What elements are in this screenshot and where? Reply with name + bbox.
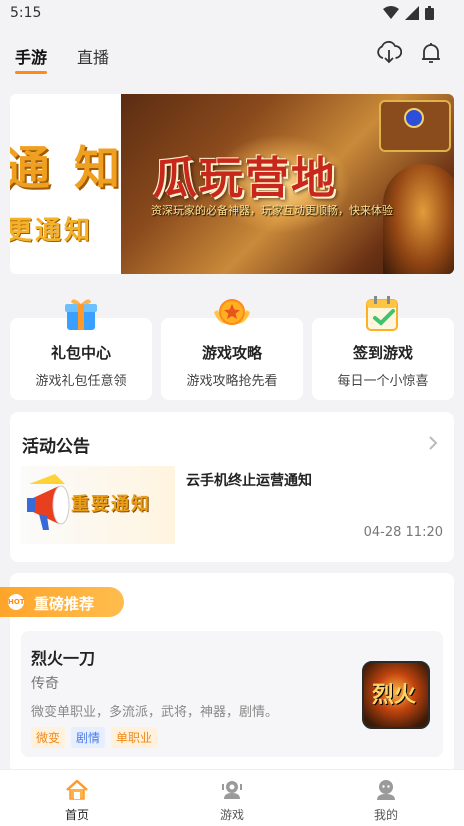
tab-live[interactable]: 直播: [77, 44, 109, 68]
chevron-right-icon[interactable]: [426, 434, 440, 452]
bottom-navigation: 首页 游戏 我的: [0, 769, 464, 826]
card-title: 礼包中心: [50, 344, 111, 362]
promo-banner[interactable]: 通 知 更通知 瓜玩营地 资深玩家的必备神器，玩家互动更顺畅，快来体验: [10, 94, 454, 274]
game-card[interactable]: 烈火一刀 传奇 微变单职业，多流派，武将，神器，剧情。 微变 剧情 单职业 烈火: [21, 631, 443, 757]
tab-label: 手游: [15, 48, 48, 67]
bell-icon[interactable]: [418, 40, 444, 66]
banner-prev-slide: 通 知 更通知: [10, 94, 121, 274]
medal-icon: [214, 299, 250, 325]
tab-mobile-games[interactable]: 手游: [15, 44, 48, 74]
battery-icon: [425, 6, 434, 20]
game-name: 烈火一刀: [31, 649, 96, 668]
signal-icon: [405, 6, 419, 20]
activity-announcements: 活动公告 重要通知 云手机终止运营通知 04-28 11:20: [10, 412, 454, 562]
game-tags: 微变 剧情 单职业: [31, 727, 158, 748]
top-navigation: 手游 直播: [0, 26, 464, 80]
status-icons: [383, 6, 434, 20]
banner-current-slide: 瓜玩营地 资深玩家的必备神器，玩家互动更顺畅，快来体验: [121, 94, 454, 274]
card-title: 签到游戏: [352, 344, 413, 362]
notice-title[interactable]: 云手机终止运营通知: [186, 470, 312, 490]
game-tag: 单职业: [111, 727, 158, 748]
active-tab-indicator: [15, 71, 48, 74]
featured-label-text: 重磅推荐: [34, 595, 95, 613]
card-title: 游戏攻略: [201, 344, 262, 362]
gift-icon: [65, 299, 97, 330]
banner-title: 瓜玩营地: [153, 153, 337, 204]
game-category: 传奇: [31, 676, 59, 692]
status-time: 5:15: [10, 5, 42, 21]
game-controller-icon: [222, 781, 242, 799]
banner-prev-subtitle: 更通知: [10, 216, 94, 246]
gem-icon: [404, 108, 424, 128]
bottom-nav-home[interactable]: 首页: [37, 770, 117, 826]
tab-label: 直播: [77, 48, 110, 67]
featured-label: HOT 重磅推荐: [0, 587, 124, 617]
game-tag: 微变: [31, 727, 66, 748]
card-subtitle: 每日一个小惊喜: [337, 374, 429, 389]
bottom-nav-games[interactable]: 游戏: [192, 770, 272, 826]
bottom-nav-label: 我的: [373, 808, 398, 822]
bottom-nav-profile[interactable]: 我的: [346, 770, 426, 826]
notice-thumbnail-text: 重要通知: [71, 494, 151, 515]
calendar-check-icon: [366, 296, 398, 331]
card-subtitle: 游戏攻略抢先看: [186, 374, 278, 389]
warrior-illustration: [383, 164, 454, 274]
status-bar: 5:15: [0, 0, 464, 26]
bottom-nav-label: 首页: [64, 808, 89, 822]
bottom-nav-label: 游戏: [219, 808, 244, 822]
game-description: 微变单职业，多流派，武将，神器，剧情。: [31, 705, 279, 720]
hot-badge-icon: HOT: [8, 594, 25, 610]
game-app-icon[interactable]: 烈火: [362, 661, 430, 729]
wifi-icon: [383, 6, 399, 19]
notice-time: 04-28 11:20: [363, 525, 443, 540]
download-icon[interactable]: [376, 40, 402, 66]
banner-prev-title: 通 知: [10, 141, 121, 195]
notice-thumbnail[interactable]: 重要通知: [21, 466, 175, 544]
game-tag: 剧情: [71, 727, 106, 748]
card-subtitle: 游戏礼包任意领: [35, 374, 127, 389]
game-icon-text: 烈火: [372, 683, 417, 708]
banner-subtitle: 资深玩家的必备神器，玩家互动更顺畅，快来体验: [151, 204, 393, 217]
section-title: 活动公告: [22, 437, 90, 457]
home-icon: [66, 779, 88, 800]
profile-icon: [377, 780, 395, 800]
